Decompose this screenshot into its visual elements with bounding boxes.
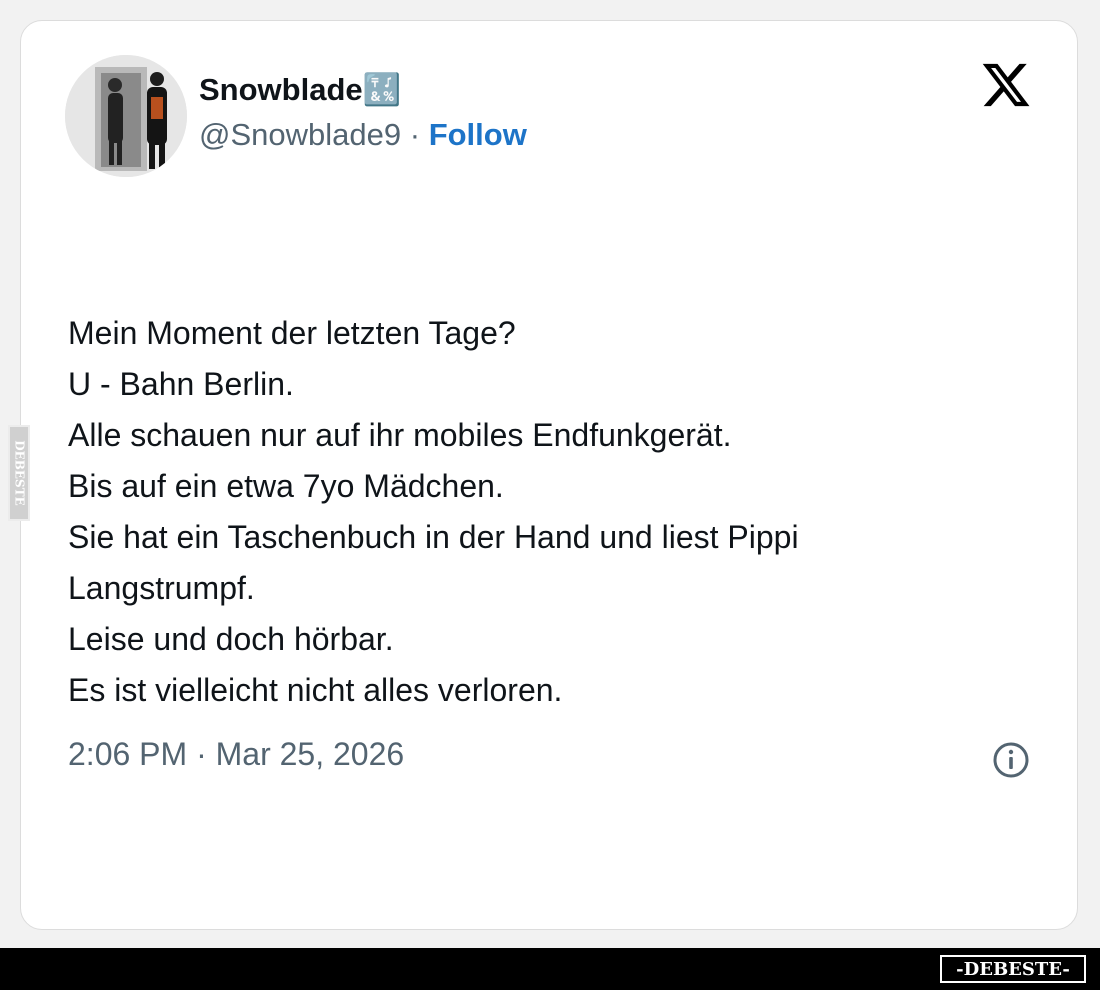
x-logo-icon[interactable]: [979, 59, 1033, 111]
tweet-timestamp[interactable]: 2:06 PM · Mar 25, 2026: [68, 736, 404, 773]
follow-button[interactable]: Follow: [429, 117, 527, 152]
tweet-text-line: Langstrumpf.: [68, 570, 255, 606]
tweet-text-line: Mein Moment der letzten Tage?: [68, 315, 516, 351]
tweet-text: Mein Moment der letzten Tage? U - Bahn B…: [68, 308, 1028, 716]
svg-text:-DEBESTE-: -DEBESTE-: [956, 959, 1070, 980]
debeste-logo: -DEBESTE-: [940, 955, 1086, 983]
footer-bar: -DEBESTE-: [0, 948, 1100, 990]
info-icon[interactable]: [991, 740, 1031, 780]
tweet-text-line: U - Bahn Berlin.: [68, 366, 294, 402]
avatar-photo: [65, 55, 187, 177]
tweet-text-line: Sie hat ein Taschenbuch in der Hand und …: [68, 519, 799, 555]
side-watermark-logo: DEBESTE: [10, 427, 28, 519]
author-display-name[interactable]: Snowblade🔣: [199, 71, 401, 108]
tweet-text-line: Bis auf ein etwa 7yo Mädchen.: [68, 468, 504, 504]
author-avatar[interactable]: [65, 55, 187, 177]
tweet-card: Snowblade🔣 @Snowblade9 · Follow Mein Mom…: [20, 20, 1078, 930]
tweet-text-line: Es ist vielleicht nicht alles verloren.: [68, 672, 563, 708]
handle-separator: ·: [409, 117, 421, 152]
tweet-text-line: Alle schauen nur auf ihr mobiles Endfunk…: [68, 417, 732, 453]
svg-text:DEBESTE: DEBESTE: [13, 440, 27, 506]
side-watermark: DEBESTE: [8, 425, 30, 521]
author-handle[interactable]: @Snowblade9: [199, 117, 401, 152]
tweet-text-line: Leise und doch hörbar.: [68, 621, 394, 657]
author-handle-row: @Snowblade9 · Follow: [199, 117, 527, 153]
